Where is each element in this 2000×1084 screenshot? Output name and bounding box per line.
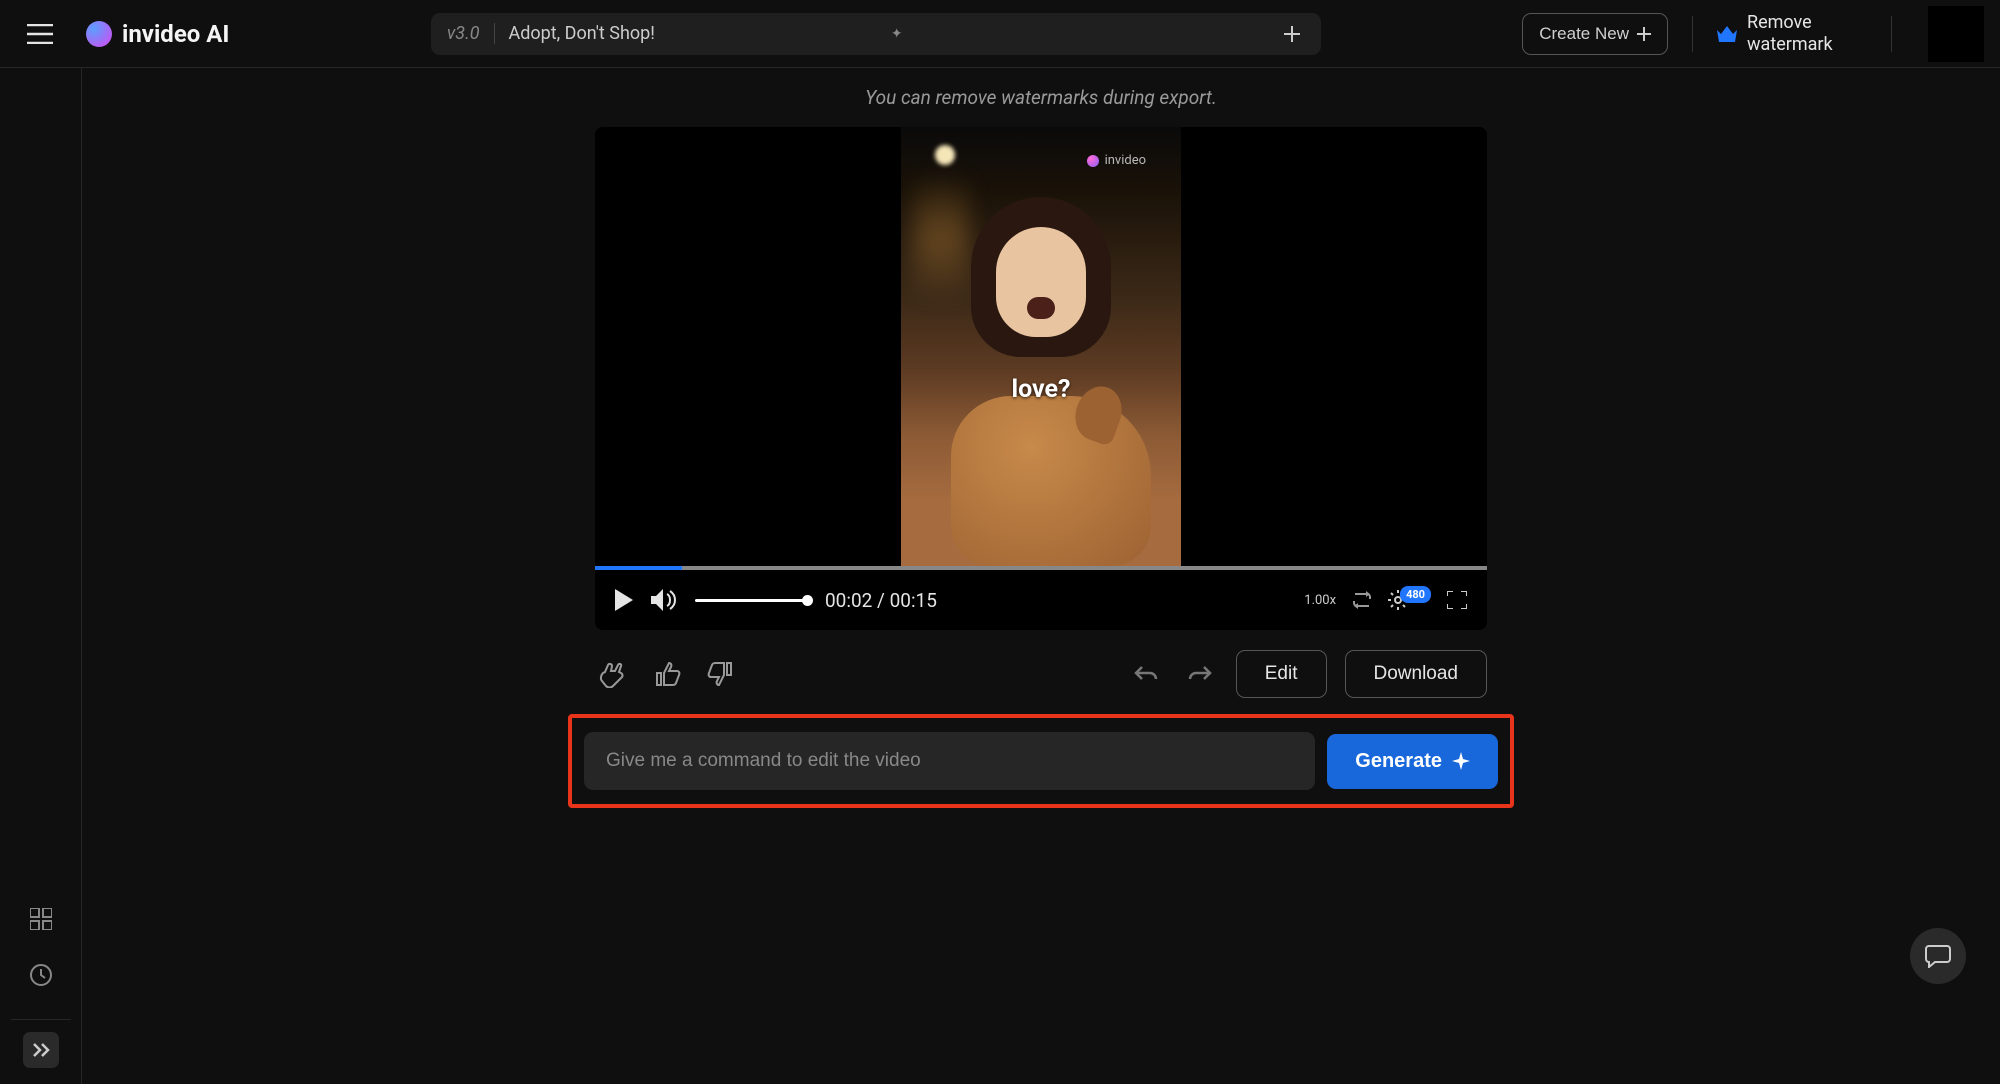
undo-button[interactable] [1128,658,1164,690]
sidebar-grid-button[interactable] [17,895,65,943]
generate-label: Generate [1355,750,1442,773]
volume-icon [651,589,677,611]
version-tag: v3.0 [447,23,495,44]
prompt-area: Generate [568,714,1514,808]
chevron-double-right-icon [32,1042,50,1058]
settings-button[interactable]: 480 [1388,590,1431,610]
logo-icon [86,21,112,47]
crown-icon [1717,26,1737,42]
divider [1891,16,1892,52]
undo-icon [1134,664,1158,684]
thumbs-up-button[interactable] [651,657,685,691]
timecode: 00:02 / 00:15 [825,589,937,612]
loop-button[interactable] [1352,591,1372,609]
clap-button[interactable] [595,656,633,692]
project-name: Adopt, Don't Shop! [495,23,885,44]
generate-button[interactable]: Generate [1327,734,1498,789]
thumbs-up-icon [655,661,681,687]
main-content: You can remove watermarks during export.… [82,68,2000,1084]
project-bar[interactable]: v3.0 Adopt, Don't Shop! ✦ [431,13,1321,55]
video-caption: love? [1012,375,1071,404]
add-project-button[interactable] [1279,21,1305,47]
watermark-logo-icon [1087,155,1099,167]
progress-fill [595,566,682,570]
avatar[interactable] [1928,6,1984,62]
player-controls: 00:02 / 00:15 1.00x 480 [595,570,1487,630]
sparkle-icon: ✦ [891,26,903,42]
loop-icon [1352,591,1372,609]
divider [11,1019,71,1020]
volume-slider[interactable] [695,599,807,602]
command-input[interactable] [584,732,1315,790]
video-canvas[interactable]: invideo love? [595,127,1487,566]
app-header: invideo AI v3.0 Adopt, Don't Shop! ✦ Cre… [0,0,2000,68]
fullscreen-button[interactable] [1447,591,1467,609]
play-button[interactable] [615,589,633,611]
redo-button[interactable] [1182,658,1218,690]
chat-icon [1925,944,1951,968]
play-icon [615,589,633,611]
logo-text: invideo AI [122,20,229,48]
sidebar-history-button[interactable] [17,951,65,999]
fullscreen-icon [1447,591,1467,609]
action-row: Edit Download [595,650,1487,698]
video-player: invideo love? 00:02 / 00:15 1.00x [595,127,1487,630]
menu-button[interactable] [16,10,64,58]
playback-speed-button[interactable]: 1.00x [1304,593,1336,608]
video-frame: invideo love? [901,127,1181,566]
current-time: 00:02 [825,589,872,612]
edit-button[interactable]: Edit [1236,650,1327,698]
total-time: 00:15 [890,589,937,612]
clock-icon [29,963,53,987]
divider [1692,16,1693,52]
clap-icon [599,660,629,688]
plus-icon [1283,25,1301,43]
chat-support-button[interactable] [1910,928,1966,984]
volume-button[interactable] [651,589,677,611]
video-watermark: invideo [1087,153,1146,168]
logo[interactable]: invideo AI [86,20,229,48]
create-new-button[interactable]: Create New [1522,13,1668,55]
download-button[interactable]: Download [1345,650,1488,698]
watermark-tip: You can remove watermarks during export. [865,86,1217,109]
remove-watermark-button[interactable]: Remove watermark [1717,12,1867,55]
header-center: v3.0 Adopt, Don't Shop! ✦ [245,13,1506,55]
remove-watermark-label: Remove watermark [1747,12,1867,55]
thumbs-down-icon [707,661,733,687]
quality-badge: 480 [1400,586,1431,603]
plus-icon [1637,27,1651,41]
hamburger-icon [27,24,53,44]
create-new-label: Create New [1539,24,1629,44]
sparkle-icon [1452,752,1470,770]
thumbs-down-button[interactable] [703,657,737,691]
redo-icon [1188,664,1212,684]
progress-bar[interactable] [595,566,1487,570]
grid-icon [30,908,52,930]
sidebar-expand-button[interactable] [23,1032,59,1068]
watermark-text: invideo [1105,153,1146,168]
sidebar [0,68,82,1084]
